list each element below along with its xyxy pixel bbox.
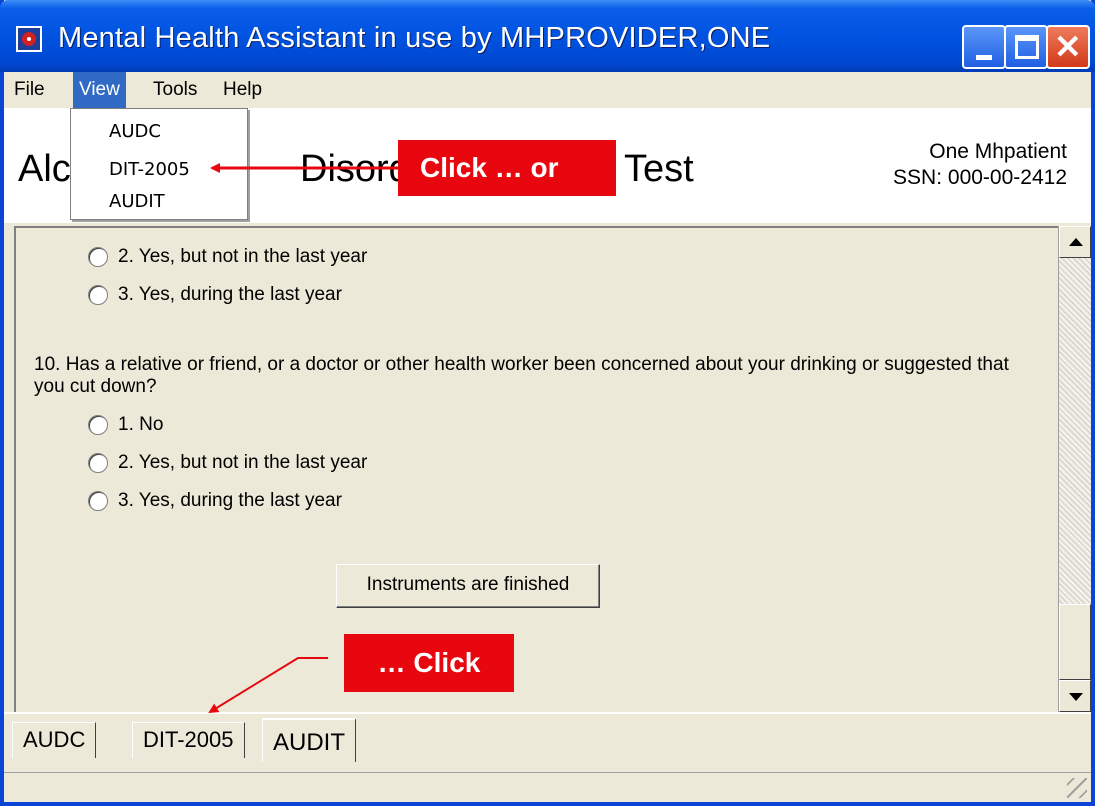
tab-audit[interactable]: AUDIT: [262, 718, 356, 762]
q10-option-1[interactable]: 1. No: [88, 414, 163, 436]
option-label: 3. Yes, during the last year: [118, 490, 342, 511]
radio-button[interactable]: [88, 415, 108, 435]
view-menu-item-audc[interactable]: AUDC: [109, 121, 161, 142]
app-icon[interactable]: [16, 26, 42, 52]
click-callout-menu: Click … or: [398, 140, 616, 196]
q10-option-2[interactable]: 2. Yes, but not in the last year: [88, 452, 367, 474]
scroll-down-arrow-icon[interactable]: [1059, 680, 1091, 712]
instrument-title-start: Alc: [18, 148, 71, 190]
radio-button[interactable]: [88, 491, 108, 511]
menu-bar: File View Tools Help: [4, 72, 1091, 108]
question-10-text: 10. Has a relative or friend, or a docto…: [34, 354, 1009, 397]
radio-button[interactable]: [88, 285, 108, 305]
patient-name: One Mhpatient: [929, 140, 1067, 163]
option-label: 3. Yes, during the last year: [118, 284, 342, 305]
tab-audc[interactable]: AUDC: [12, 722, 97, 758]
tab-dit-2005[interactable]: DIT-2005: [132, 722, 245, 758]
option-label: 1. No: [118, 414, 164, 435]
resize-grip-icon[interactable]: [1067, 778, 1087, 798]
minimize-icon: [976, 55, 992, 60]
view-menu-dropdown: AUDC DIT-2005 AUDIT: [70, 108, 248, 220]
instruments-finished-button[interactable]: Instruments are finished: [336, 564, 600, 608]
view-menu-item-dit-2005[interactable]: DIT-2005: [109, 159, 190, 180]
patient-ssn: SSN: 000-00-2412: [893, 166, 1067, 189]
window-title: Mental Health Assistant in use by MHPROV…: [58, 22, 771, 54]
q9-option-2[interactable]: 2. Yes, but not in the last year: [88, 246, 367, 268]
q9-option-3[interactable]: 3. Yes, during the last year: [88, 284, 342, 306]
scroll-thumb[interactable]: [1059, 604, 1091, 680]
q10-option-3[interactable]: 3. Yes, during the last year: [88, 490, 342, 512]
status-bar: [4, 772, 1091, 802]
title-bar[interactable]: Mental Health Assistant in use by MHPROV…: [0, 0, 1095, 72]
menu-view[interactable]: View: [73, 72, 126, 108]
click-callout-tab: … Click: [344, 634, 514, 692]
instrument-title-end: Test: [624, 148, 694, 190]
close-icon: ✕: [1054, 28, 1082, 65]
option-label: 2. Yes, but not in the last year: [118, 246, 368, 267]
vertical-scrollbar[interactable]: [1058, 226, 1091, 712]
maximize-icon: [1015, 35, 1039, 59]
menu-tools[interactable]: Tools: [147, 77, 203, 105]
radio-button[interactable]: [88, 453, 108, 473]
menu-file[interactable]: File: [8, 77, 51, 105]
maximize-button[interactable]: [1004, 25, 1048, 69]
minimize-button[interactable]: [962, 25, 1006, 69]
questionnaire-panel[interactable]: 2. Yes, but not in the last year 3. Yes,…: [14, 226, 1058, 712]
option-label: 2. Yes, but not in the last year: [118, 452, 368, 473]
menu-help[interactable]: Help: [217, 77, 268, 105]
close-button[interactable]: ✕: [1046, 25, 1090, 69]
radio-button[interactable]: [88, 247, 108, 267]
view-menu-item-audit[interactable]: AUDIT: [109, 191, 165, 212]
scroll-up-arrow-icon[interactable]: [1059, 226, 1091, 258]
instrument-tabs: AUDC DIT-2005 AUDIT: [4, 712, 1091, 772]
